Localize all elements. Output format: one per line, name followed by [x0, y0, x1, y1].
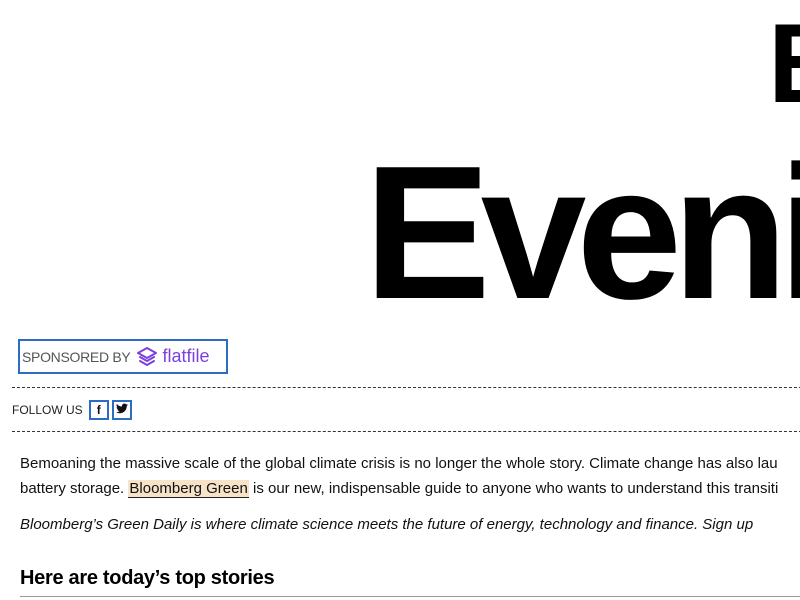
intro-paragraph: Bemoaning the massive scale of the globa…: [20, 451, 800, 501]
divider-bottom: [12, 431, 800, 432]
sponsor-banner[interactable]: SPONSORED BY flatfile: [18, 339, 228, 374]
divider-top: [12, 387, 800, 388]
masthead-title-line1: B: [768, 8, 800, 120]
intro-line-1: Bemoaning the massive scale of the globa…: [20, 455, 778, 472]
follow-us-label: FOLLOW US: [12, 403, 83, 417]
facebook-icon: f: [96, 403, 101, 417]
intro-line-2-end: is our new, indispensable guide to anyon…: [248, 480, 779, 497]
intro-line-2-start: battery storage.: [20, 480, 129, 497]
top-stories-heading: Here are today’s top stories: [20, 567, 275, 589]
masthead-title-line2: Eveni: [364, 127, 800, 339]
sponsor-brand-name: flatfile: [162, 346, 210, 366]
newsletter-page: B Eveni SPONSORED BY flatfile FOLLOW US …: [0, 0, 800, 600]
intro-line-2: battery storage. Bloomberg Green is our …: [20, 476, 800, 501]
green-daily-tagline: Bloomberg’s Green Daily is where climate…: [20, 516, 754, 533]
flatfile-logo-icon: [136, 346, 158, 368]
twitter-button[interactable]: [111, 400, 132, 420]
heading-underline: [20, 596, 800, 597]
twitter-icon: [115, 401, 128, 419]
sponsor-label: SPONSORED BY: [22, 348, 131, 365]
bloomberg-green-link[interactable]: Bloomberg Green: [128, 480, 249, 498]
follow-us-bar: FOLLOW US f: [12, 398, 135, 422]
facebook-button[interactable]: f: [88, 400, 109, 420]
